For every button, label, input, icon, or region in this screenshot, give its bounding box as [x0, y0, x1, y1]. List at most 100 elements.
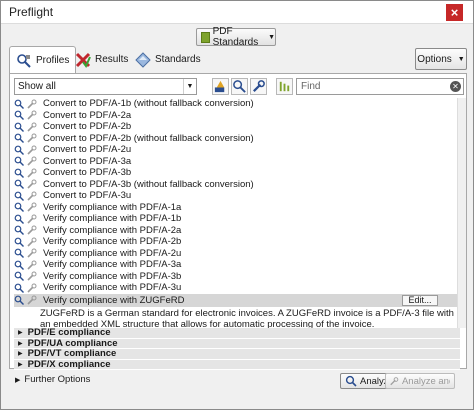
profile-list: Convert to PDF/A-1b (without fallback co… — [14, 98, 460, 328]
inspect-icon[interactable] — [14, 99, 24, 109]
find-input[interactable]: Find ✕ — [296, 78, 464, 95]
profile-label: Verify compliance with PDF/A-3b — [43, 270, 182, 282]
profile-row[interactable]: Convert to PDF/A-2b (without fallback co… — [14, 133, 460, 145]
profile-label: Convert to PDF/A-3b (without fallback co… — [43, 178, 254, 190]
inspect-icon[interactable] — [14, 179, 24, 190]
further-options-toggle[interactable]: ▶ Further Options — [13, 374, 90, 385]
vertical-scrollbar[interactable] — [457, 98, 466, 328]
fix-wrench-icon[interactable] — [27, 122, 37, 132]
clear-search-icon[interactable]: ✕ — [450, 81, 461, 92]
fix-wrench-icon[interactable] — [27, 168, 37, 178]
wrench-icon — [390, 377, 399, 386]
fix-wrench-icon[interactable] — [27, 237, 37, 247]
library-icon[interactable] — [276, 78, 293, 95]
profile-row[interactable]: Verify compliance with PDF/A-3a — [14, 259, 460, 271]
chevron-down-icon: ▼ — [268, 33, 275, 41]
inspect-icon[interactable] — [14, 248, 24, 259]
fix-wrench-icon[interactable] — [27, 145, 37, 155]
profile-row[interactable]: Convert to PDF/A-3b (without fallback co… — [14, 179, 460, 191]
profile-label: Convert to PDF/A-2u — [43, 144, 132, 156]
profile-label: Verify compliance with PDF/A-3u — [43, 282, 182, 294]
inspect-icon[interactable] — [14, 225, 24, 236]
profile-label: Verify compliance with PDF/A-2u — [43, 247, 182, 259]
standards-icon — [135, 51, 151, 68]
fixup-icon[interactable] — [212, 78, 229, 95]
profile-row[interactable]: Verify compliance with PDF/A-1a — [14, 202, 460, 214]
show-filter-select[interactable]: Show all ▼ — [14, 78, 197, 95]
profile-label: Verify compliance with PDF/A-2a — [43, 224, 182, 236]
results-icon — [75, 52, 91, 68]
profile-row[interactable]: Convert to PDF/A-2b — [14, 121, 460, 133]
group-label: PDF/VT compliance — [27, 348, 117, 360]
profile-row[interactable]: Convert to PDF/A-1b (without fallback co… — [14, 98, 460, 110]
tab-standards[interactable]: Standards — [129, 46, 207, 73]
fix-wrench-icon[interactable] — [27, 214, 37, 224]
tab-results-label: Results — [95, 54, 129, 65]
profile-row[interactable]: Verify compliance with PDF/A-2a — [14, 225, 460, 237]
profile-row[interactable]: Verify compliance with PDF/A-3u — [14, 282, 460, 294]
inspect-icon[interactable] — [14, 271, 24, 282]
fix-wrench-icon[interactable] — [27, 225, 37, 235]
profile-row[interactable]: Convert to PDF/A-3b — [14, 167, 460, 179]
library-dropdown[interactable]: PDF Standards ▼ — [196, 26, 276, 48]
inspect-icon[interactable] — [14, 260, 24, 270]
profile-label: Convert to PDF/A-3a — [43, 155, 132, 167]
find-placeholder: Find — [301, 81, 321, 92]
inspect-icon[interactable] — [14, 283, 24, 293]
fix-wrench-icon[interactable] — [27, 179, 37, 189]
fix-wrench-icon[interactable] — [27, 202, 37, 212]
edit-button[interactable]: Edit... — [402, 294, 438, 306]
inspect-icon[interactable] — [14, 237, 24, 247]
inspect-icon[interactable] — [14, 156, 24, 167]
group-header[interactable]: ▶ PDF/X compliance — [14, 359, 460, 370]
fix-wrench-icon[interactable] — [27, 283, 37, 293]
profile-row[interactable]: Convert to PDF/A-3u — [14, 190, 460, 202]
wrench-icon[interactable] — [250, 78, 267, 95]
fix-wrench-icon[interactable] — [27, 248, 37, 258]
profile-label: Convert to PDF/A-2a — [43, 109, 132, 121]
fix-wrench-icon[interactable] — [27, 271, 37, 281]
options-label: Options — [417, 53, 452, 65]
fix-wrench-icon[interactable] — [27, 191, 37, 201]
fix-wrench-icon[interactable] — [27, 260, 37, 270]
inspect-icon[interactable] — [14, 214, 24, 224]
inspect-icon[interactable] — [14, 202, 24, 213]
selected-profile-row[interactable]: Verify compliance with ZUGFeRD Edit... — [14, 293, 460, 307]
fix-wrench-icon[interactable] — [27, 156, 37, 166]
triangle-right-icon: ▶ — [18, 340, 23, 347]
inspect-icon[interactable] — [14, 168, 24, 178]
profile-row[interactable]: Convert to PDF/A-3a — [14, 156, 460, 168]
library-dropdown-label: PDF Standards — [212, 26, 259, 48]
inspect-icon[interactable] — [14, 145, 24, 155]
triangle-right-icon: ▶ — [15, 376, 21, 384]
inspect-icon[interactable] — [14, 133, 24, 144]
profiles-panel: Show all ▼ Find ✕ Convert to PDF/A-1b (w… — [9, 73, 467, 370]
profile-label: Verify compliance with PDF/A-1b — [43, 213, 182, 225]
library-row: PDF Standards ▼ — [1, 24, 473, 48]
fix-wrench-icon[interactable] — [27, 133, 37, 143]
profile-row[interactable]: Convert to PDF/A-2u — [14, 144, 460, 156]
profile-row[interactable]: Convert to PDF/A-2a — [14, 110, 460, 122]
search-icon[interactable] — [231, 78, 248, 95]
inspect-icon[interactable] — [14, 191, 24, 201]
close-button[interactable]: × — [446, 4, 463, 21]
profile-row[interactable]: Verify compliance with PDF/A-2u — [14, 248, 460, 260]
fix-wrench-icon[interactable] — [27, 295, 37, 305]
analyze-and-fix-button[interactable]: Analyze and fix — [385, 373, 455, 389]
inspect-icon[interactable] — [14, 110, 24, 121]
tab-results[interactable]: Results — [69, 46, 134, 73]
pdf-standards-icon — [201, 31, 210, 43]
filter-row: Show all ▼ Find ✕ — [14, 78, 464, 96]
profile-row[interactable]: Verify compliance with PDF/A-1b — [14, 213, 460, 225]
inspect-icon[interactable] — [14, 295, 24, 305]
fix-wrench-icon[interactable] — [27, 110, 37, 120]
group-list: ▶ PDF/E compliance ▶ PDF/UA compliance ▶ PDF/… — [14, 327, 460, 370]
profile-row[interactable]: Verify compliance with PDF/A-2b — [14, 236, 460, 248]
inspect-icon[interactable] — [14, 122, 24, 132]
options-button[interactable]: Options ▼ — [415, 48, 467, 70]
fix-wrench-icon[interactable] — [27, 99, 37, 109]
title-bar: Preflight × — [1, 1, 473, 24]
tab-profiles[interactable]: Profiles — [9, 46, 77, 74]
profiles-icon — [17, 53, 31, 68]
profile-row[interactable]: Verify compliance with PDF/A-3b — [14, 271, 460, 283]
